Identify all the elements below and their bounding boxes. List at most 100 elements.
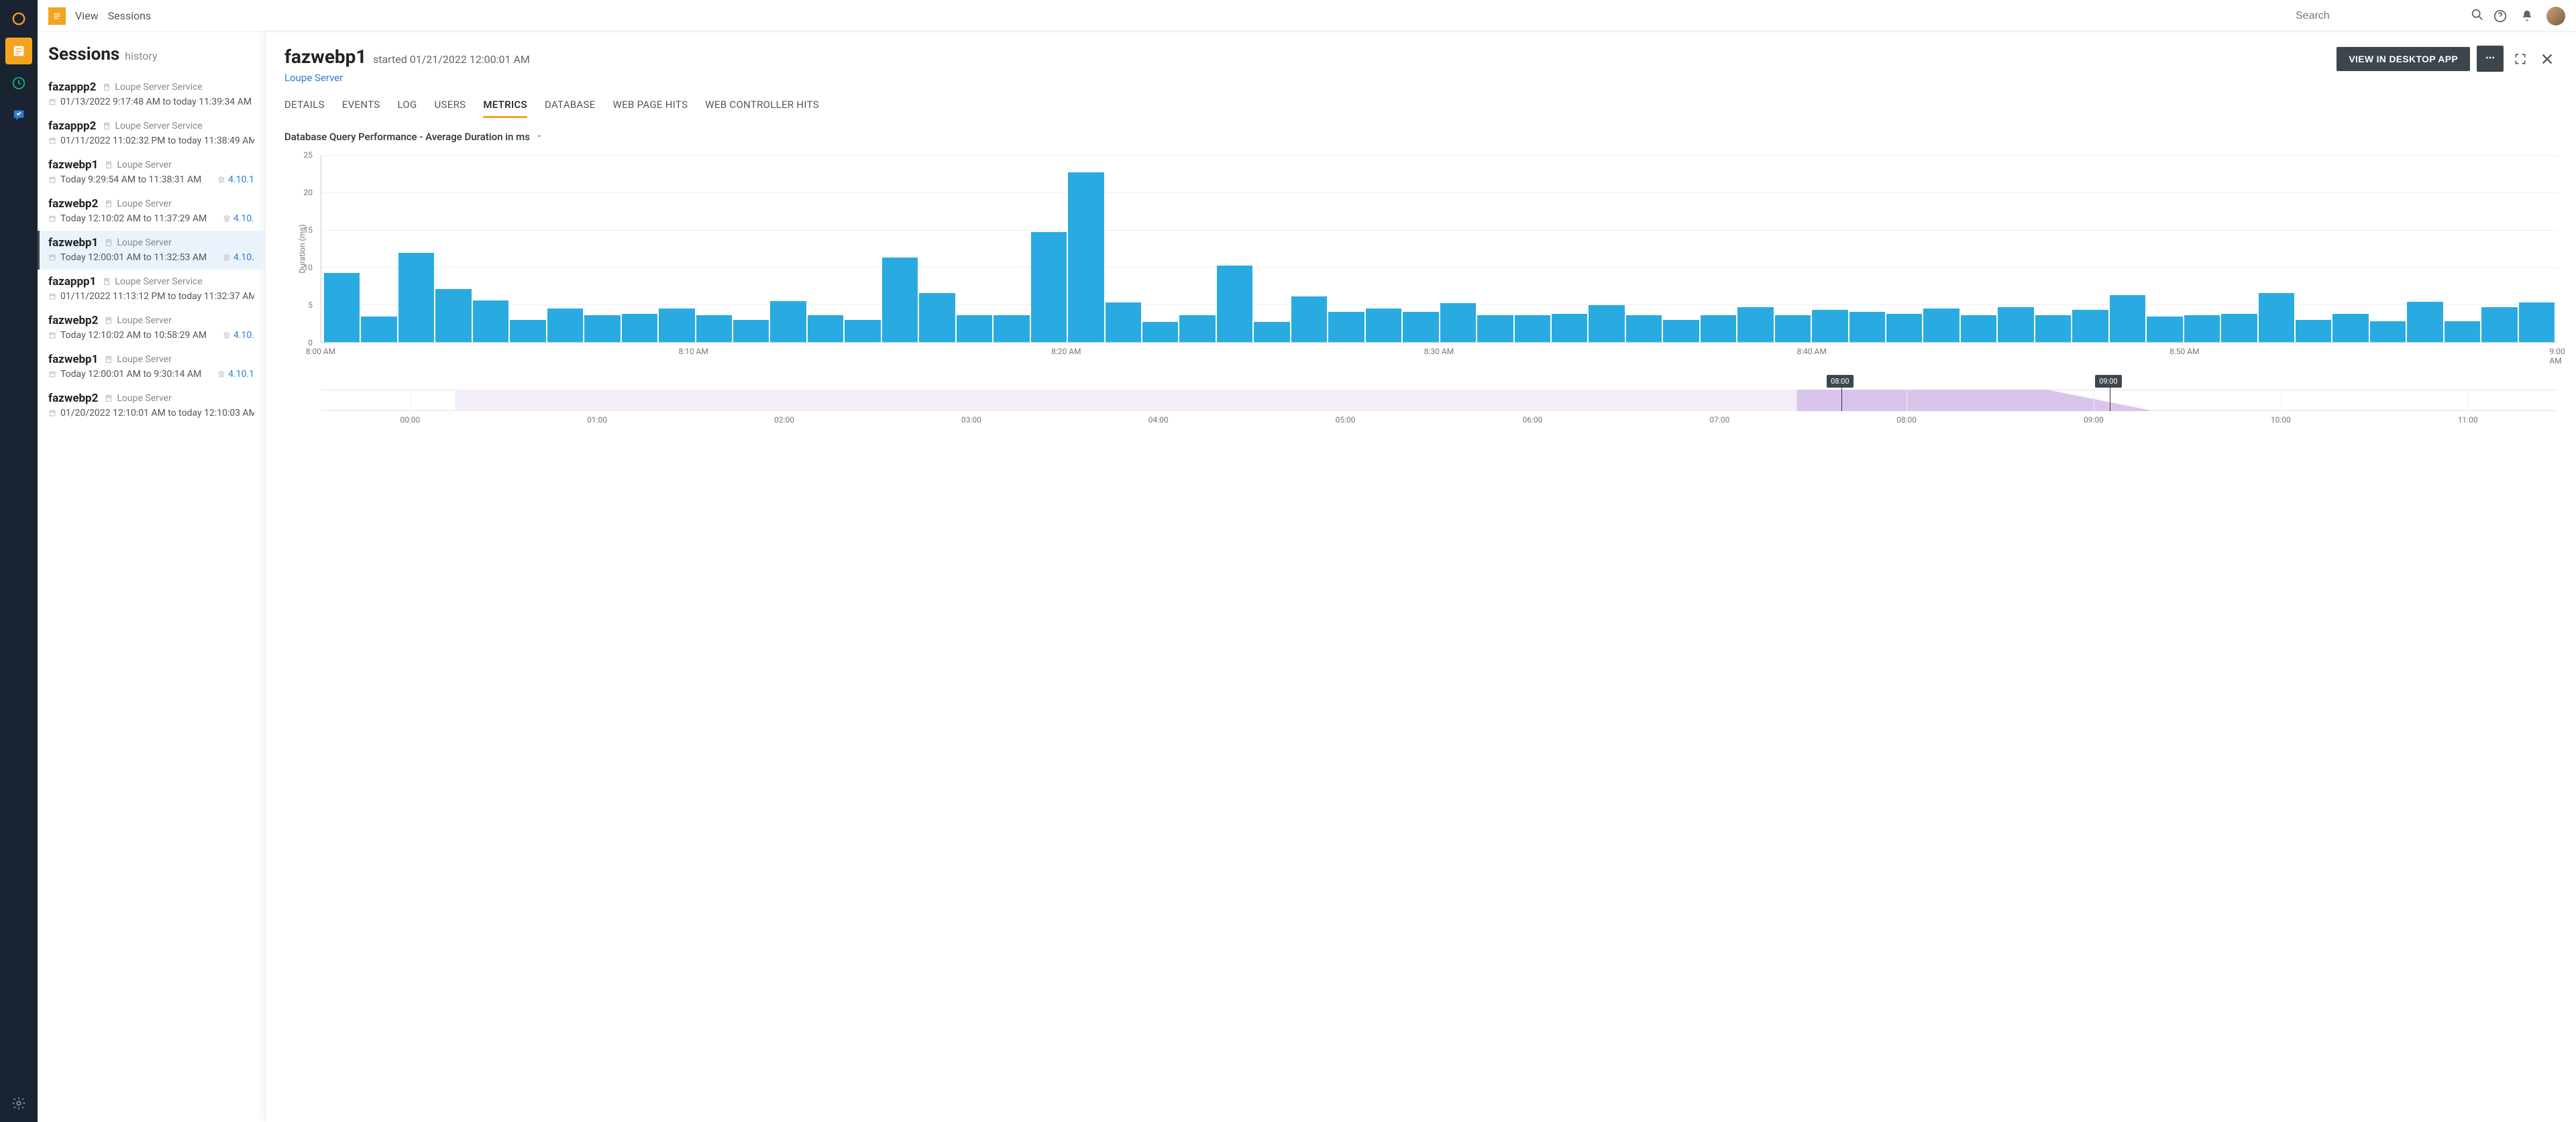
chart-bar[interactable] xyxy=(1737,307,1773,342)
chart-bar[interactable] xyxy=(584,315,620,342)
tab-web-controller-hits[interactable]: WEB CONTROLLER HITS xyxy=(705,99,819,118)
chart-bar[interactable] xyxy=(845,320,880,342)
chart-bar[interactable] xyxy=(2110,295,2145,342)
chart-bar[interactable] xyxy=(1179,315,1215,342)
metric-dropdown-icon[interactable] xyxy=(535,131,543,143)
chart-bar[interactable] xyxy=(435,289,471,342)
range-tick: 09:00 xyxy=(2084,415,2104,425)
rail-settings[interactable] xyxy=(5,1090,32,1117)
chart-bar[interactable] xyxy=(622,314,657,342)
chart-bar[interactable] xyxy=(1291,296,1327,342)
session-item[interactable]: fazappp1 Loupe Server Service 01/11/2022… xyxy=(38,270,265,308)
tab-details[interactable]: DETAILS xyxy=(284,99,325,118)
breadcrumb-sessions[interactable]: Sessions xyxy=(108,9,152,22)
rail-sessions[interactable] xyxy=(5,38,32,64)
chart-bar[interactable] xyxy=(1142,322,1178,342)
chart-bar[interactable] xyxy=(957,315,992,342)
tab-users[interactable]: USERS xyxy=(435,99,466,118)
chart-bar[interactable] xyxy=(2519,302,2555,342)
chart-bar[interactable] xyxy=(733,320,769,342)
chart-bar[interactable] xyxy=(2259,293,2294,342)
chart-bar[interactable] xyxy=(882,258,918,342)
chart-bar[interactable] xyxy=(1812,310,1847,342)
session-item[interactable]: fazwebp1 Loupe Server Today 9:29:54 AM t… xyxy=(38,153,265,192)
tab-metrics[interactable]: METRICS xyxy=(483,99,527,118)
chart-bar[interactable] xyxy=(1849,312,1885,342)
chart-bar[interactable] xyxy=(1552,314,1587,342)
avatar[interactable] xyxy=(2546,7,2565,25)
search-input[interactable] xyxy=(2296,10,2463,22)
chart-bar[interactable] xyxy=(696,315,732,342)
chart-bar[interactable] xyxy=(919,293,955,342)
session-item[interactable]: fazwebp2 Loupe Server 01/20/2022 12:10:0… xyxy=(38,386,265,425)
help-icon[interactable] xyxy=(2493,9,2508,23)
chart-bar[interactable] xyxy=(1515,315,1550,342)
close-icon[interactable] xyxy=(2537,49,2557,69)
chart-bar[interactable] xyxy=(1328,312,1364,342)
chart-bar[interactable] xyxy=(1701,315,1736,342)
session-item[interactable]: fazappp2 Loupe Server Service 01/11/2022… xyxy=(38,114,265,153)
chart-bar[interactable] xyxy=(808,315,843,342)
rail-logo[interactable] xyxy=(5,5,32,32)
chart-bar[interactable] xyxy=(770,301,806,342)
chart-bar[interactable] xyxy=(398,253,434,342)
chart-bar[interactable] xyxy=(2184,315,2220,342)
range-tick: 11:00 xyxy=(2458,415,2478,425)
tab-log[interactable]: LOG xyxy=(397,99,417,118)
chart-bar[interactable] xyxy=(1663,320,1699,342)
rail-issues[interactable] xyxy=(5,102,32,129)
chart-bar[interactable] xyxy=(2147,317,2182,342)
chart-bar[interactable] xyxy=(1961,315,1996,342)
chart-bar[interactable] xyxy=(1031,232,1067,342)
chart-bar[interactable] xyxy=(1626,315,1662,342)
view-desktop-button[interactable]: VIEW IN DESKTOP APP xyxy=(2337,47,2470,71)
fullscreen-icon[interactable] xyxy=(2510,49,2530,69)
chart-bar[interactable] xyxy=(1403,312,1438,342)
tab-web-page-hits[interactable]: WEB PAGE HITS xyxy=(613,99,688,118)
rail-metrics[interactable] xyxy=(5,70,32,97)
chart-bar[interactable] xyxy=(1366,308,1401,342)
chart-bar[interactable] xyxy=(473,300,508,342)
range-handle-left[interactable]: 08:00 xyxy=(1841,378,1842,411)
chart-bar[interactable] xyxy=(1775,315,1811,342)
chart-bar[interactable] xyxy=(1440,303,1476,342)
chart-bar[interactable] xyxy=(324,273,360,342)
chart-bar[interactable] xyxy=(2332,314,2368,342)
chart-bar[interactable] xyxy=(2072,310,2108,342)
session-item[interactable]: fazappp2 Loupe Server Service 01/13/2022… xyxy=(38,75,265,114)
chart-bar[interactable] xyxy=(2221,314,2257,342)
breadcrumb-view[interactable]: View xyxy=(75,9,99,22)
chart-bar[interactable] xyxy=(1886,314,1922,342)
search-icon[interactable] xyxy=(2470,7,2485,25)
tab-events[interactable]: EVENTS xyxy=(342,99,380,118)
tab-database[interactable]: DATABASE xyxy=(545,99,596,118)
session-item[interactable]: fazwebp1 Loupe Server Today 12:00:01 AM … xyxy=(38,347,265,386)
session-item[interactable]: fazwebp2 Loupe Server Today 12:10:02 AM … xyxy=(38,308,265,347)
chart-bar[interactable] xyxy=(2407,302,2443,342)
chart-bar[interactable] xyxy=(2481,307,2517,342)
chart-bar[interactable] xyxy=(361,317,396,342)
chart-bar[interactable] xyxy=(1254,322,1289,342)
chart-bar[interactable] xyxy=(2370,321,2406,342)
chart-bar[interactable] xyxy=(659,308,694,342)
bell-icon[interactable] xyxy=(2520,9,2534,23)
chart-bar[interactable] xyxy=(1068,172,1104,342)
chart-bar[interactable] xyxy=(1923,308,1959,342)
session-item[interactable]: fazwebp2 Loupe Server Today 12:10:02 AM … xyxy=(38,192,265,231)
session-item[interactable]: fazwebp1 Loupe Server Today 12:00:01 AM … xyxy=(38,231,265,270)
chart-bar[interactable] xyxy=(2445,321,2480,342)
chart-bar[interactable] xyxy=(2035,315,2071,342)
chart-bar[interactable] xyxy=(1589,305,1624,342)
chart-bar[interactable] xyxy=(2296,320,2331,342)
chart-bar[interactable] xyxy=(1217,266,1252,342)
chart-bar[interactable] xyxy=(547,308,583,342)
detail-app-link[interactable]: Loupe Server xyxy=(284,72,343,84)
more-button[interactable] xyxy=(2477,46,2504,72)
chart-bar[interactable] xyxy=(1998,307,2033,342)
chart-bar[interactable] xyxy=(1477,315,1513,342)
chart-bar[interactable] xyxy=(1106,302,1141,342)
chart-bar[interactable] xyxy=(994,315,1029,342)
chart-plot[interactable] xyxy=(321,155,2557,343)
time-range-slider[interactable]: 08:00 09:00 00:0001:0002:0003:0004:0005:… xyxy=(321,378,2557,425)
chart-bar[interactable] xyxy=(510,320,545,342)
